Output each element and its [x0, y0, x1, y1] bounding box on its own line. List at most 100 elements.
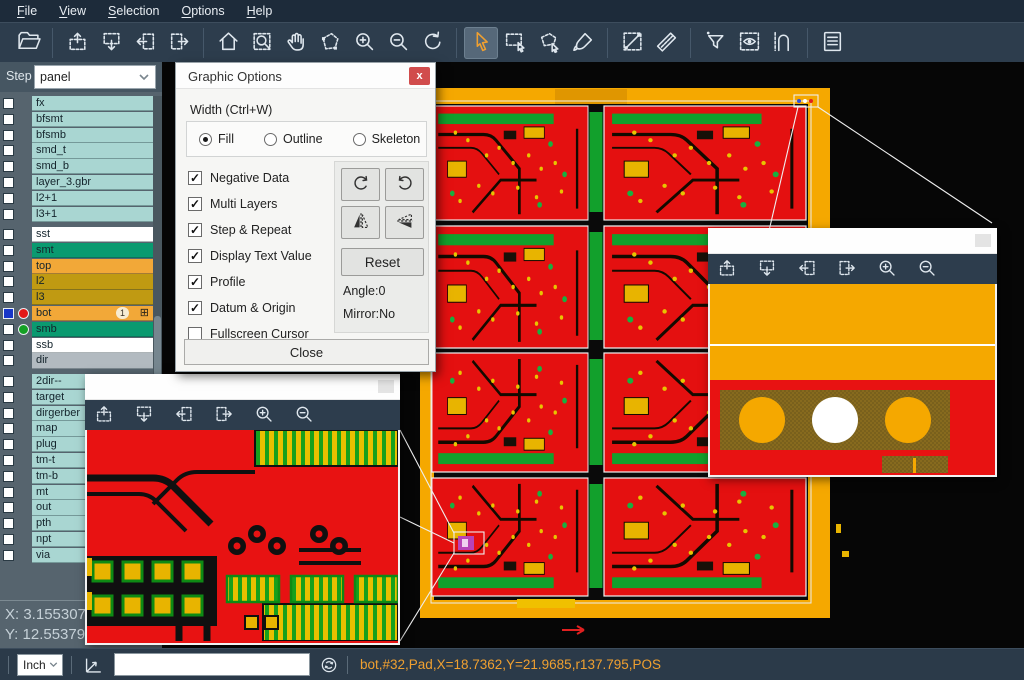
pan-down-button[interactable]: [754, 256, 780, 282]
refresh-icon[interactable]: [319, 655, 339, 675]
float-title-bar[interactable]: [85, 374, 400, 400]
layer-visibility-checkbox[interactable]: [3, 502, 14, 513]
float-title-bar[interactable]: [708, 228, 997, 254]
pan-left-button[interactable]: [171, 402, 197, 428]
select-arrow-button[interactable]: [464, 27, 498, 59]
step-dropdown[interactable]: panel: [34, 65, 156, 89]
zoom-out-button[interactable]: [291, 402, 317, 428]
layer-visibility-checkbox[interactable]: [3, 376, 14, 387]
layer-visibility-checkbox[interactable]: [3, 324, 14, 335]
layer-label[interactable]: fx: [32, 96, 153, 111]
measure-ruler-button[interactable]: [649, 27, 683, 59]
layer-row-l3[interactable]: l3: [0, 290, 162, 306]
checkbox-profile[interactable]: ✓Profile: [188, 269, 338, 295]
pan-right-button[interactable]: [834, 256, 860, 282]
reset-button[interactable]: Reset: [341, 248, 424, 276]
layer-visibility-checkbox[interactable]: [3, 292, 14, 303]
menu-file[interactable]: File: [6, 0, 48, 22]
pan-right-button[interactable]: [162, 27, 196, 59]
layer-visibility-checkbox[interactable]: [3, 261, 14, 272]
pan-down-button[interactable]: [131, 402, 157, 428]
layer-visibility-checkbox[interactable]: [3, 534, 14, 545]
float-window-button[interactable]: [975, 234, 991, 247]
layer-row-bfsmb[interactable]: bfsmb: [0, 128, 162, 144]
zoom-polygon-button[interactable]: [313, 27, 347, 59]
layer-label[interactable]: sst: [32, 227, 153, 242]
layer-row-top[interactable]: top: [0, 259, 162, 275]
zoom-window-button[interactable]: [245, 27, 279, 59]
select-polygon-button[interactable]: [532, 27, 566, 59]
pan-down-button[interactable]: [94, 27, 128, 59]
layer-visibility-checkbox[interactable]: [3, 209, 14, 220]
layer-row-l2-1[interactable]: l2+1: [0, 191, 162, 207]
command-input[interactable]: [114, 653, 310, 676]
checkbox-box[interactable]: ✓: [188, 249, 202, 263]
layer-visibility-checkbox[interactable]: [3, 355, 14, 366]
checkbox-box[interactable]: ✓: [188, 197, 202, 211]
pan-left-button[interactable]: [794, 256, 820, 282]
checkbox-box[interactable]: ✓: [188, 171, 202, 185]
home-view-button[interactable]: [211, 27, 245, 59]
scrollbar-thumb[interactable]: [154, 316, 161, 376]
checkbox-multi-layers[interactable]: ✓Multi Layers: [188, 191, 338, 217]
report-list-button[interactable]: [815, 27, 849, 59]
measure-distance-button[interactable]: [615, 27, 649, 59]
layer-label[interactable]: smd_t: [32, 143, 153, 158]
zoom-previous-button[interactable]: [415, 27, 449, 59]
dialog-title-bar[interactable]: Graphic Options x: [176, 63, 435, 89]
dialog-close-button[interactable]: x: [409, 67, 430, 85]
layer-visibility-checkbox[interactable]: [3, 193, 14, 204]
layer-visibility-checkbox[interactable]: [3, 130, 14, 141]
layer-visibility-checkbox[interactable]: [3, 114, 14, 125]
layer-visibility-checkbox[interactable]: [3, 439, 14, 450]
layer-visibility-checkbox[interactable]: [3, 229, 14, 240]
layer-label[interactable]: bot1⊞: [32, 306, 153, 321]
layer-row-l2[interactable]: l2: [0, 274, 162, 290]
layer-label[interactable]: l3: [32, 290, 153, 305]
checkbox-step-repeat[interactable]: ✓Step & Repeat: [188, 217, 338, 243]
layer-row-layer-3-gbr[interactable]: layer_3.gbr: [0, 175, 162, 191]
layer-visibility-checkbox[interactable]: [3, 423, 14, 434]
layer-visibility-checkbox[interactable]: [3, 308, 14, 319]
radio-dot[interactable]: [264, 133, 277, 146]
zoom-in-button[interactable]: [347, 27, 381, 59]
layer-row-bot[interactable]: bot1⊞: [0, 306, 162, 322]
layer-row-l3-1[interactable]: l3+1: [0, 207, 162, 223]
pan-hand-button[interactable]: [279, 27, 313, 59]
view-options-button[interactable]: [732, 27, 766, 59]
layer-visibility-checkbox[interactable]: [3, 245, 14, 256]
layer-visibility-checkbox[interactable]: [3, 550, 14, 561]
angle-mode-icon[interactable]: [82, 654, 104, 676]
rotate-cw-button[interactable]: [341, 168, 380, 201]
menu-help[interactable]: Help: [236, 0, 284, 22]
layer-row-smd-t[interactable]: smd_t: [0, 143, 162, 159]
zoom-out-button[interactable]: [914, 256, 940, 282]
layer-label[interactable]: smd_b: [32, 159, 153, 174]
layer-label[interactable]: l2: [32, 274, 153, 289]
zoom-in-button[interactable]: [251, 402, 277, 428]
layer-label[interactable]: bfsmt: [32, 112, 153, 127]
close-button[interactable]: Close: [184, 339, 429, 365]
layer-row-ssb[interactable]: ssb: [0, 338, 162, 354]
checkbox-display-text-value[interactable]: ✓Display Text Value: [188, 243, 338, 269]
layer-label[interactable]: l3+1: [32, 207, 153, 222]
layer-visibility-checkbox[interactable]: [3, 455, 14, 466]
layer-visibility-checkbox[interactable]: [3, 471, 14, 482]
layer-label[interactable]: bfsmb: [32, 128, 153, 143]
layer-label[interactable]: layer_3.gbr: [32, 175, 153, 190]
radio-outline[interactable]: Outline: [264, 132, 323, 146]
pan-left-button[interactable]: [128, 27, 162, 59]
checkbox-datum-origin[interactable]: ✓Datum & Origin: [188, 295, 338, 321]
layer-row-sst[interactable]: sst: [0, 227, 162, 243]
layer-visibility-checkbox[interactable]: [3, 392, 14, 403]
layer-row-smt[interactable]: smt: [0, 243, 162, 259]
pan-up-button[interactable]: [714, 256, 740, 282]
pan-right-button[interactable]: [211, 402, 237, 428]
radio-fill[interactable]: Fill: [199, 132, 234, 146]
mirror-horizontal-button[interactable]: [341, 206, 380, 239]
select-rectangle-button[interactable]: [498, 27, 532, 59]
zoom-content-pads[interactable]: [85, 430, 400, 645]
rotate-ccw-button[interactable]: [385, 168, 424, 201]
brush-select-button[interactable]: [566, 27, 600, 59]
layer-visibility-checkbox[interactable]: [3, 487, 14, 498]
